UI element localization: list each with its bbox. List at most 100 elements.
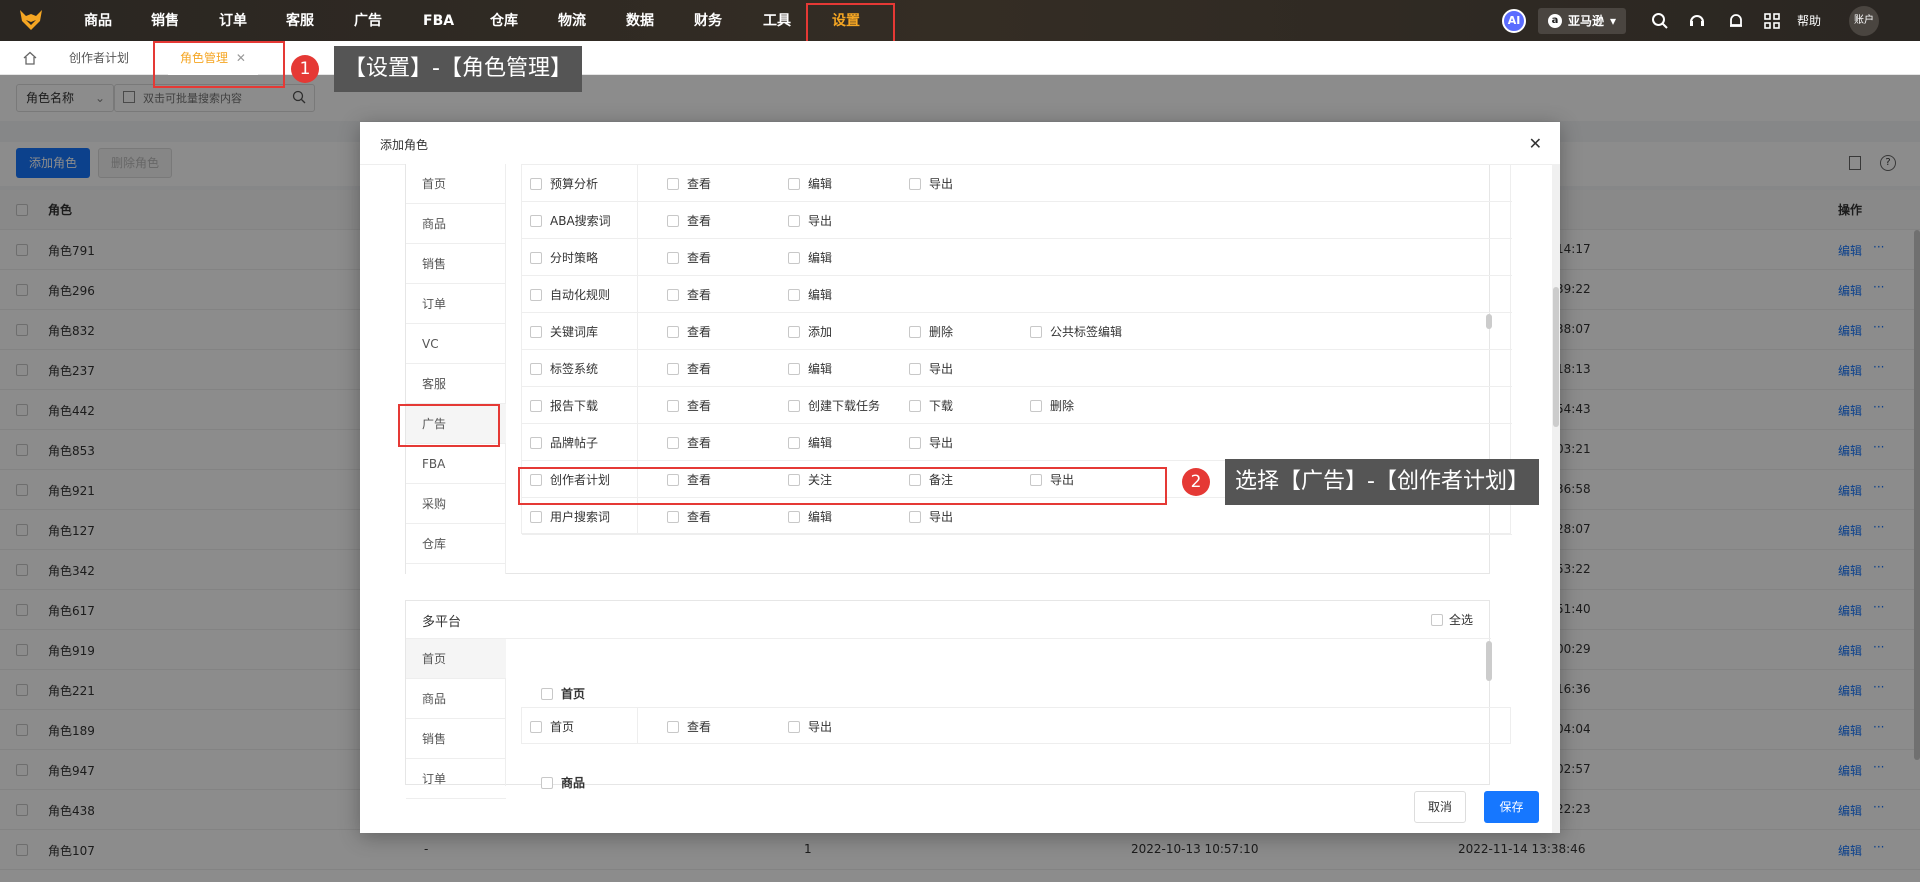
marketplace-select[interactable]: a 亚马逊 ▾ [1538,0,1627,41]
search-icon[interactable] [1651,0,1669,41]
dialog-scrollbar[interactable] [1553,287,1559,427]
checkbox[interactable] [667,362,679,375]
close-icon[interactable]: ✕ [1529,134,1542,153]
permission-item[interactable]: 查看 [667,424,711,461]
checkbox[interactable] [667,177,679,190]
apps-grid-icon[interactable] [1763,0,1781,41]
checkbox[interactable] [1030,325,1042,338]
help-link[interactable]: 帮助 [1797,0,1821,41]
checkbox[interactable] [909,399,921,412]
checkbox[interactable] [530,251,542,264]
checkbox[interactable] [909,362,921,375]
save-button[interactable]: 保存 [1484,791,1539,823]
permission-item[interactable]: 创建下载任务 [788,387,880,424]
select-all-toggle[interactable]: 全选 [1430,611,1473,628]
module-item[interactable]: 销售 [406,719,506,759]
module-item[interactable]: 采购 [406,484,506,524]
module-item[interactable]: 订单 [406,284,506,324]
permission-item[interactable]: 编辑 [788,239,832,276]
permission-item[interactable]: 导出 [909,424,953,461]
module-item[interactable]: 商品 [406,204,506,244]
permission-item[interactable]: 导出 [788,708,832,745]
permission-item[interactable]: 删除 [1030,387,1074,424]
permission-item[interactable]: 查看 [667,313,711,350]
checkbox[interactable] [530,436,542,449]
permission-item[interactable]: 编辑 [788,276,832,313]
cancel-button[interactable]: 取消 [1414,791,1466,823]
checkbox[interactable] [530,214,542,227]
permission-item[interactable]: 标签系统 [530,350,598,387]
checkbox[interactable] [530,325,542,338]
group-header[interactable]: 商品 [541,774,585,791]
checkbox[interactable] [530,177,542,190]
bell-icon[interactable] [1727,0,1745,41]
ai-button[interactable]: AI [1502,0,1526,41]
checkbox[interactable] [667,214,679,227]
permission-item[interactable]: 查看 [667,708,711,745]
support-icon[interactable] [1688,0,1706,41]
checkbox[interactable] [909,436,921,449]
module-item[interactable]: 首页 [406,639,506,679]
permission-item[interactable]: 报告下载 [530,387,598,424]
checkbox[interactable] [909,510,921,523]
module-item[interactable]: 客服 [406,364,506,404]
account-avatar[interactable]: 账户 [1849,0,1879,41]
nav-item-ads[interactable]: 广告 [354,0,382,41]
checkbox[interactable] [788,720,800,733]
permission-item[interactable]: 编辑 [788,350,832,387]
checkbox[interactable] [667,510,679,523]
permission-item[interactable]: ABA搜索词 [530,202,611,239]
permission-item[interactable]: 导出 [909,165,953,202]
checkbox[interactable] [667,436,679,449]
permission-item[interactable]: 添加 [788,313,832,350]
nav-item-finance[interactable]: 财务 [694,0,722,41]
nav-item-service[interactable]: 客服 [286,0,314,41]
checkbox[interactable] [667,720,679,733]
module-item[interactable]: FBA [406,444,506,484]
permission-item[interactable]: 删除 [909,313,953,350]
permission-item[interactable]: 下载 [909,387,953,424]
permission-item[interactable]: 预算分析 [530,165,598,202]
fox-logo-icon[interactable] [18,7,44,33]
permission-item[interactable]: 关键词库 [530,313,598,350]
nav-item-products[interactable]: 商品 [84,0,112,41]
checkbox[interactable] [788,510,800,523]
checkbox[interactable] [667,288,679,301]
checkbox[interactable] [788,325,800,338]
nav-item-tools[interactable]: 工具 [763,0,791,41]
nav-item-warehouse[interactable]: 仓库 [490,0,518,41]
section-scrollbar[interactable] [1486,641,1492,681]
permission-item[interactable]: 查看 [667,387,711,424]
group-header[interactable]: 首页 [541,685,585,702]
checkbox[interactable] [530,362,542,375]
group-checkbox[interactable] [541,776,553,789]
module-item[interactable]: 订单 [406,759,506,799]
nav-item-sales[interactable]: 销售 [151,0,179,41]
permission-item[interactable]: 导出 [788,202,832,239]
checkbox[interactable] [788,251,800,264]
select-all-checkbox[interactable] [1430,613,1443,626]
checkbox[interactable] [909,325,921,338]
checkbox[interactable] [788,214,800,227]
permission-item[interactable]: 导出 [909,350,953,387]
checkbox[interactable] [788,177,800,190]
nav-item-data[interactable]: 数据 [626,0,654,41]
permission-item[interactable]: 首页 [530,708,574,745]
checkbox[interactable] [788,362,800,375]
checkbox[interactable] [530,720,542,733]
checkbox[interactable] [530,399,542,412]
checkbox[interactable] [1030,399,1042,412]
permission-item[interactable]: 查看 [667,202,711,239]
checkbox[interactable] [667,399,679,412]
home-icon[interactable] [23,41,37,75]
checkbox[interactable] [788,288,800,301]
permission-item[interactable]: 编辑 [788,424,832,461]
group-checkbox[interactable] [541,687,553,700]
nav-item-logistics[interactable]: 物流 [558,0,586,41]
checkbox[interactable] [667,251,679,264]
tab-creator-plan[interactable]: 创作者计划 [69,41,129,75]
module-item[interactable]: 仓库 [406,524,506,564]
checkbox[interactable] [667,325,679,338]
module-item[interactable]: 商品 [406,679,506,719]
permission-item[interactable]: 编辑 [788,165,832,202]
